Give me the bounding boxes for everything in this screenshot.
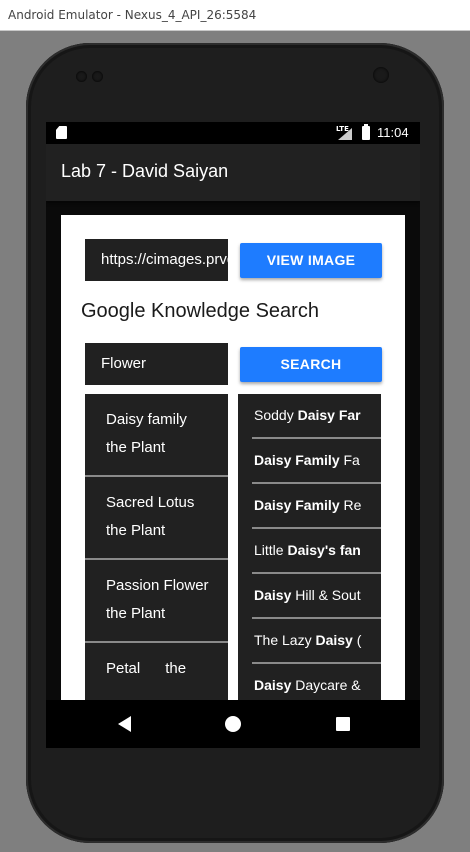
item-name: Passion Flower: [106, 577, 209, 594]
item-text: Re: [339, 497, 362, 513]
list-item[interactable]: Soddy Daisy Far: [238, 394, 381, 439]
section-heading: Google Knowledge Search: [81, 300, 319, 322]
search-button[interactable]: SEARCH: [240, 347, 382, 382]
item-name: Petal the: [106, 660, 187, 677]
list-item[interactable]: Daisy Family Re: [238, 484, 381, 529]
item-match: Daisy Family: [254, 452, 340, 468]
network-type: LTE: [336, 125, 349, 133]
item-match: Daisy Family: [254, 497, 340, 513]
list-item[interactable]: Passion Flower the Plant: [85, 560, 228, 643]
status-time: 11:04: [377, 125, 409, 140]
window-title: Android Emulator - Nexus_4_API_26:5584: [8, 8, 257, 22]
status-bar: LTE 11:04: [46, 122, 420, 144]
item-name: Sacred Lotus: [106, 494, 195, 511]
device-screen: LTE 11:04 Lab 7 - David Saiyan https://c…: [46, 122, 420, 748]
phone-top-bezel: [68, 51, 402, 111]
earpiece-dot-left: [76, 71, 87, 82]
view-image-button[interactable]: VIEW IMAGE: [240, 243, 382, 278]
main-content: https://cimages.prvd.com VIEW IMAGE Goog…: [61, 215, 405, 715]
item-text: The Lazy: [254, 632, 316, 648]
item-type: the Plant: [106, 439, 166, 456]
back-icon[interactable]: [118, 716, 131, 732]
item-text: Hill & Sout: [291, 587, 361, 603]
description-results-list[interactable]: Soddy Daisy Far Daisy Family Fa Daisy Fa…: [238, 394, 381, 715]
list-item[interactable]: Daisy family the Plant: [85, 394, 228, 477]
item-text: (: [352, 632, 362, 648]
item-match: Daisy's fan: [287, 542, 361, 558]
item-type: the Plant: [106, 522, 166, 539]
item-match: Daisy: [315, 632, 353, 648]
home-icon[interactable]: [225, 716, 241, 732]
list-item[interactable]: The Lazy Daisy (: [238, 619, 381, 664]
list-item[interactable]: Sacred Lotus the Plant: [85, 477, 228, 560]
entity-results-list[interactable]: Daisy family the Plant Sacred Lotus the …: [85, 394, 228, 715]
list-item[interactable]: Daisy Hill & Sout: [238, 574, 381, 619]
item-match: Daisy Far: [297, 407, 361, 423]
item-text: Daycare &: [291, 677, 361, 693]
earpiece-dot-right: [92, 71, 103, 82]
image-url-field[interactable]: https://cimages.prvd.com: [85, 239, 228, 281]
navigation-bar: [46, 700, 420, 748]
app-title: Lab 7 - David Saiyan: [61, 161, 229, 181]
item-name: Daisy family: [106, 411, 187, 428]
item-text: Fa: [339, 452, 360, 468]
recent-apps-icon[interactable]: [336, 717, 350, 731]
item-type: the Plant: [106, 605, 166, 622]
item-text: Little: [254, 542, 288, 558]
search-input[interactable]: Flower: [85, 343, 228, 385]
list-item[interactable]: Little Daisy's fan: [238, 529, 381, 574]
item-match: Daisy: [254, 587, 292, 603]
item-match: Daisy: [254, 677, 292, 693]
app-bar: Lab 7 - David Saiyan: [46, 144, 420, 201]
list-item[interactable]: Daisy Family Fa: [238, 439, 381, 484]
front-camera: [373, 67, 389, 83]
battery-icon: [362, 124, 370, 140]
emulator-title-bar: Android Emulator - Nexus_4_API_26:5584: [0, 0, 470, 31]
item-text: Soddy: [254, 407, 298, 423]
sd-card-icon: [56, 126, 67, 139]
